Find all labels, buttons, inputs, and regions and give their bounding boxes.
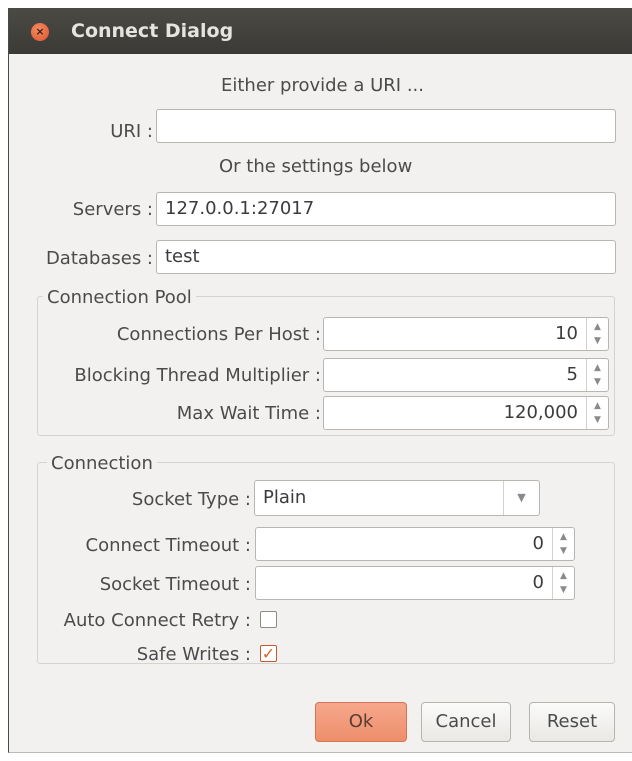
connect-timeout-label: Connect Timeout :: [85, 535, 251, 556]
socket-timeout-value: 0: [532, 572, 544, 593]
spin-up-icon[interactable]: ▲: [553, 530, 574, 544]
spin-down-icon[interactable]: ▼: [553, 544, 574, 558]
spinner-buttons[interactable]: ▲ ▼: [552, 567, 574, 599]
spin-down-icon[interactable]: ▼: [587, 413, 608, 427]
uri-hint: Either provide a URI ...: [221, 75, 424, 96]
safe-writes-label: Safe Writes :: [136, 644, 251, 665]
databases-label: Databases :: [45, 248, 153, 269]
servers-label: Servers :: [72, 199, 153, 220]
blocking-thread-multiplier-label: Blocking Thread Multiplier :: [74, 365, 321, 386]
cancel-button[interactable]: Cancel: [421, 702, 511, 742]
spin-down-icon[interactable]: ▼: [587, 334, 608, 348]
connect-timeout-spinner[interactable]: 0 ▲ ▼: [255, 527, 575, 561]
uri-label: URI :: [110, 121, 153, 142]
connect-timeout-value: 0: [532, 533, 544, 554]
connections-per-host-spinner[interactable]: 10 ▲ ▼: [323, 317, 609, 351]
socket-timeout-label: Socket Timeout :: [99, 574, 251, 595]
spinner-buttons[interactable]: ▲ ▼: [586, 359, 608, 391]
spin-down-icon[interactable]: ▼: [587, 375, 608, 389]
spin-up-icon[interactable]: ▲: [587, 320, 608, 334]
spin-up-icon[interactable]: ▲: [553, 569, 574, 583]
safe-writes-checkbox[interactable]: ✓: [260, 645, 277, 662]
spin-up-icon[interactable]: ▲: [587, 399, 608, 413]
uri-input[interactable]: [156, 109, 616, 143]
socket-type-value: Plain: [263, 487, 307, 508]
chevron-down-icon[interactable]: ▼: [503, 481, 539, 515]
checkmark-icon: ✓: [261, 644, 276, 663]
connect-dialog-window: × Connect Dialog Either provide a URI ..…: [8, 8, 632, 753]
databases-input[interactable]: test: [156, 240, 616, 274]
socket-type-label: Socket Type :: [131, 489, 251, 510]
connection-pool-title: Connection Pool: [43, 287, 196, 308]
spinner-buttons[interactable]: ▲ ▼: [552, 528, 574, 560]
connections-per-host-label: Connections Per Host :: [116, 324, 321, 345]
blocking-thread-multiplier-value: 5: [566, 364, 578, 385]
auto-connect-retry-label: Auto Connect Retry :: [63, 610, 251, 631]
socket-timeout-spinner[interactable]: 0 ▲ ▼: [255, 566, 575, 600]
servers-input[interactable]: 127.0.0.1:27017: [156, 192, 616, 226]
spin-up-icon[interactable]: ▲: [587, 361, 608, 375]
max-wait-time-value: 120,000: [503, 402, 578, 423]
title-bar: × Connect Dialog: [9, 8, 632, 54]
max-wait-time-spinner[interactable]: 120,000 ▲ ▼: [323, 396, 609, 430]
ok-button[interactable]: Ok: [315, 702, 407, 742]
close-button[interactable]: ×: [31, 23, 49, 41]
spin-down-icon[interactable]: ▼: [553, 583, 574, 597]
close-icon: ×: [35, 25, 45, 38]
spinner-buttons[interactable]: ▲ ▼: [586, 318, 608, 350]
dialog-title: Connect Dialog: [71, 20, 234, 42]
reset-button[interactable]: Reset: [529, 702, 615, 742]
max-wait-time-label: Max Wait Time :: [176, 403, 321, 424]
settings-hint: Or the settings below: [219, 156, 413, 177]
spinner-buttons[interactable]: ▲ ▼: [586, 397, 608, 429]
connection-title: Connection: [47, 453, 157, 474]
socket-type-select[interactable]: Plain ▼: [254, 480, 540, 516]
connections-per-host-value: 10: [555, 323, 578, 344]
auto-connect-retry-checkbox[interactable]: [260, 611, 277, 628]
blocking-thread-multiplier-spinner[interactable]: 5 ▲ ▼: [323, 358, 609, 392]
